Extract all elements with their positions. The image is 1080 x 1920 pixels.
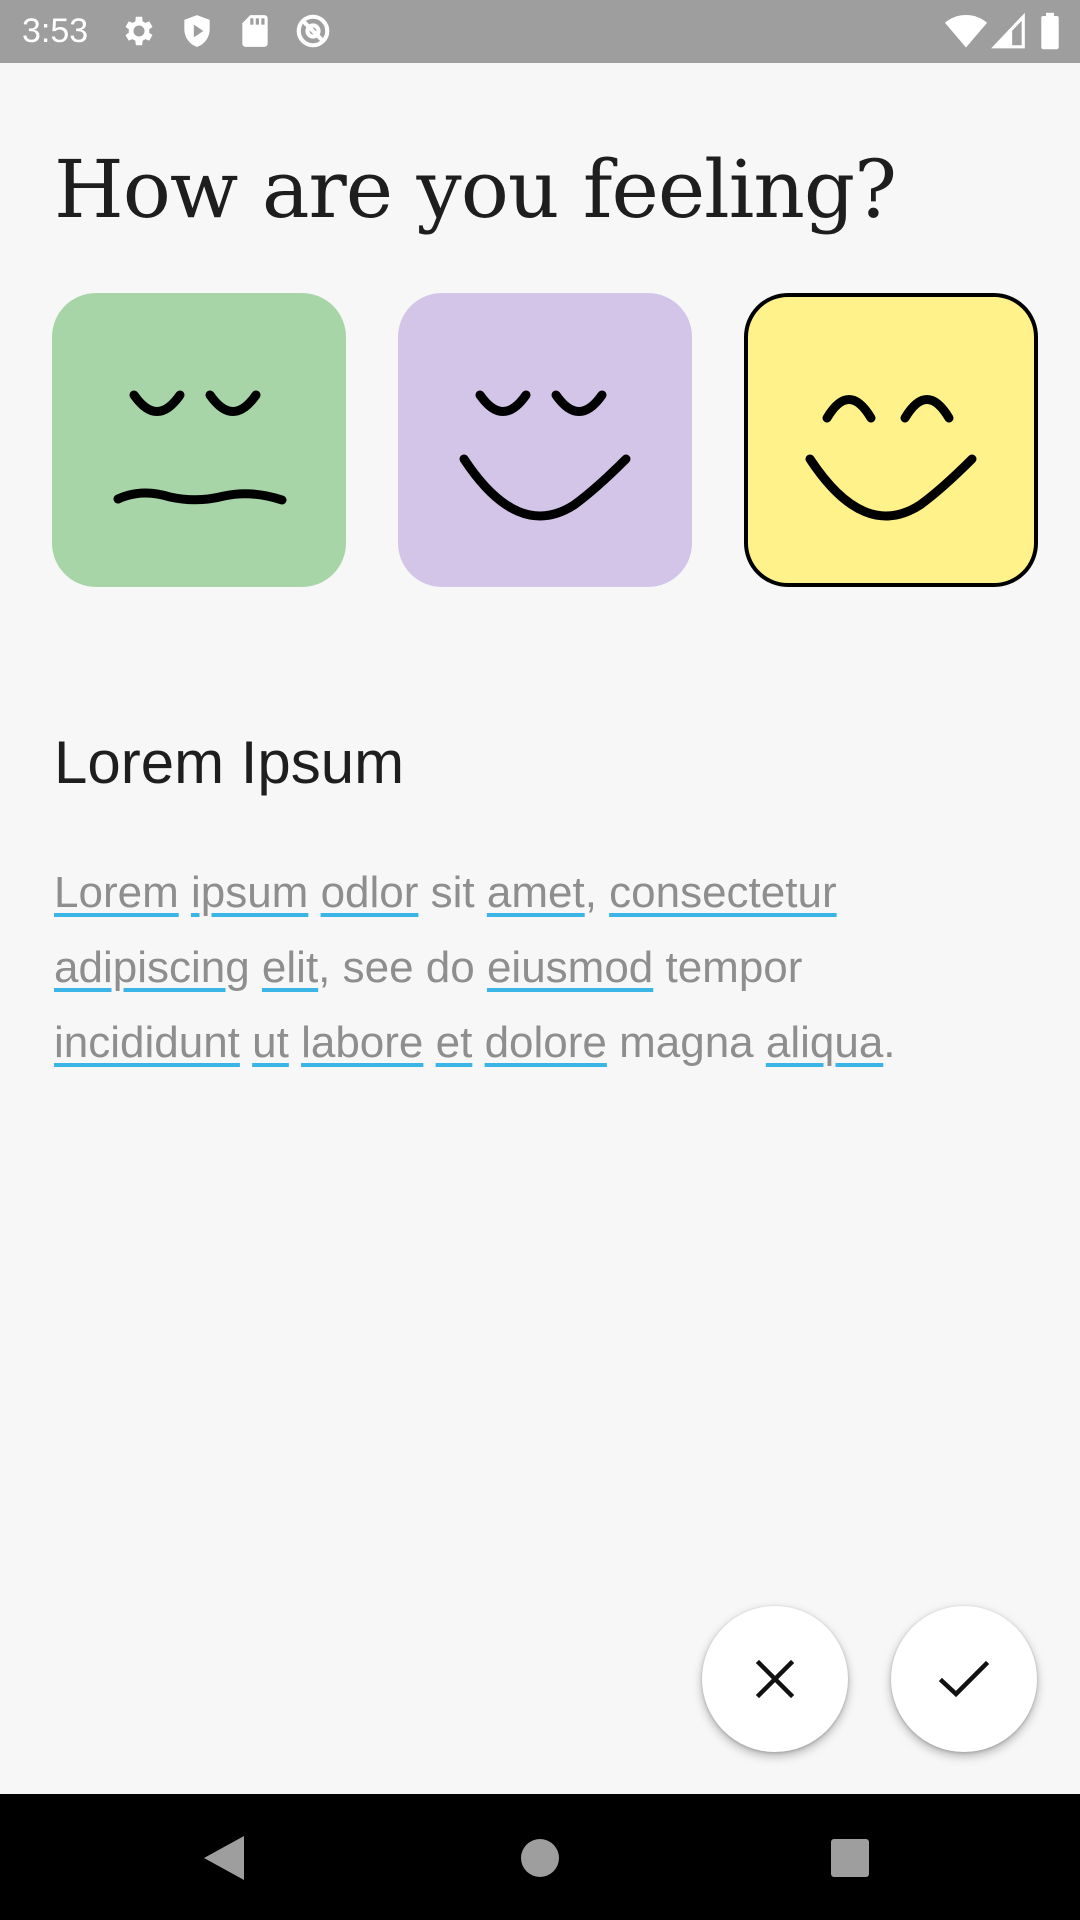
- settings-icon: [120, 12, 158, 50]
- status-bar: 3:53: [0, 0, 1080, 63]
- misspelled-word[interactable]: elit: [262, 943, 318, 992]
- misspelled-word[interactable]: odlor: [321, 868, 419, 917]
- checkmark-icon: [938, 1660, 990, 1698]
- body-text-fragment: , see do: [318, 943, 487, 992]
- confirm-button[interactable]: [891, 1606, 1037, 1752]
- misspelled-word[interactable]: dolore: [485, 1018, 607, 1067]
- play-protect-icon: [178, 12, 216, 50]
- body-paragraph: Lorem ipsum odlor sit amet, consectetur a…: [54, 855, 1014, 1080]
- mood-option-happy[interactable]: [744, 293, 1038, 587]
- page-title: How are you feeling?: [54, 143, 897, 236]
- cancel-button[interactable]: [702, 1606, 848, 1752]
- mood-option-meh[interactable]: [52, 293, 346, 587]
- battery-icon: [1038, 12, 1062, 50]
- back-button[interactable]: [192, 1826, 256, 1890]
- misspelled-word[interactable]: eiusmod: [487, 943, 653, 992]
- misspelled-word[interactable]: aliqua: [766, 1018, 883, 1067]
- misspelled-word[interactable]: et: [436, 1018, 473, 1067]
- happy-face-icon: [805, 395, 977, 521]
- misspelled-word[interactable]: incididunt: [54, 1018, 240, 1067]
- section-heading: Lorem Ipsum: [54, 729, 405, 796]
- recents-button[interactable]: [818, 1826, 882, 1890]
- body-text-fragment: tempor: [653, 943, 803, 992]
- status-time: 3:53: [22, 12, 89, 50]
- misspelled-word[interactable]: ut: [252, 1018, 289, 1067]
- misspelled-word[interactable]: adipiscing: [54, 943, 250, 992]
- meh-face-icon: [113, 390, 287, 505]
- misspelled-word[interactable]: amet: [487, 868, 585, 917]
- misspelled-word[interactable]: Lorem: [54, 868, 179, 917]
- at-sign-icon: [294, 12, 332, 50]
- recents-icon: [831, 1839, 869, 1877]
- body-text-fragment: magna: [606, 1018, 766, 1067]
- sd-card-icon: [236, 12, 274, 50]
- close-icon: [755, 1659, 795, 1699]
- navigation-bar: [0, 1794, 1080, 1920]
- cell-signal-icon: [990, 12, 1028, 50]
- back-icon: [204, 1836, 244, 1880]
- body-text-fragment: .: [883, 1018, 896, 1067]
- misspelled-word[interactable]: consectetur: [609, 868, 836, 917]
- wifi-icon: [944, 12, 988, 50]
- body-text-fragment: ,: [584, 868, 610, 917]
- misspelled-word[interactable]: labore: [301, 1018, 423, 1067]
- misspelled-word[interactable]: ipsum: [191, 868, 308, 917]
- home-button[interactable]: [508, 1826, 572, 1890]
- calm-smile-face-icon: [459, 390, 631, 521]
- home-icon: [521, 1839, 559, 1877]
- body-text-fragment: sit: [418, 868, 487, 917]
- mood-option-calm[interactable]: [398, 293, 692, 587]
